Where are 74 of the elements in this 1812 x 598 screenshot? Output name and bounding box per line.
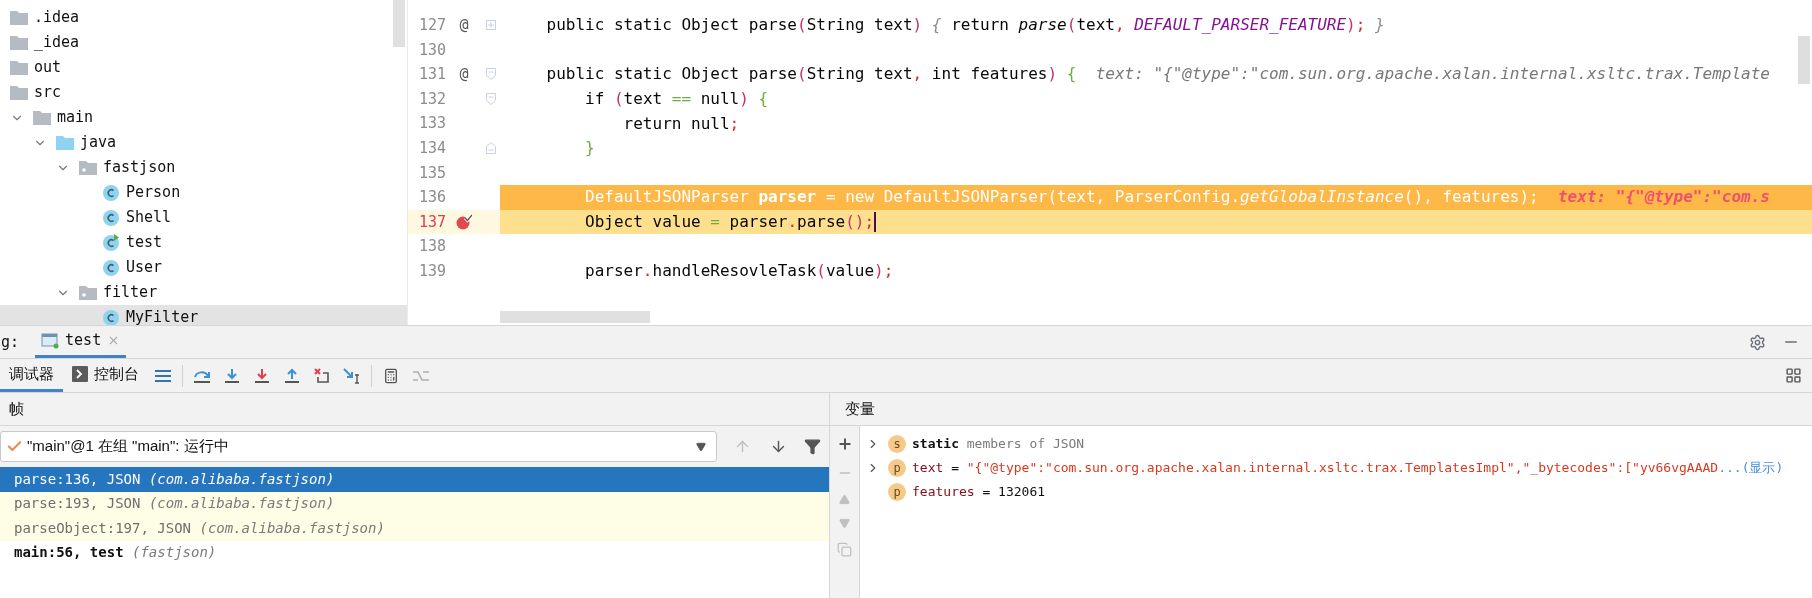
tree-item[interactable]: java (0, 130, 407, 155)
session-tab[interactable]: test (35, 326, 127, 358)
variable-entry[interactable]: static members of JSON (912, 434, 1085, 454)
line-number: 132 (417, 88, 446, 110)
thread-dropdown[interactable]: "main"@1 在组 "main": 运行中 (0, 431, 717, 462)
class-icon (102, 183, 120, 202)
stack-frame[interactable]: parseObject:197, JSON (com.alibaba.fastjson) (0, 516, 829, 541)
tree-item[interactable]: Shell (0, 205, 407, 230)
folder-icon (56, 135, 74, 150)
code-line: public static Object parse(String text, int features) { text: "{"@type":"com.sun.org.apache.xalan.internal.xsltc.trax.Template (545, 63, 1771, 86)
line-number: 139 (417, 261, 446, 282)
stack-frame[interactable]: main:56, test (fastjson) (0, 540, 829, 565)
variable-badge: s (888, 435, 906, 453)
code-line: return null; (622, 112, 741, 135)
tree-item[interactable]: main (0, 105, 407, 130)
folder-icon (10, 10, 28, 25)
code-line: public static Object parse(String text) { return parse(text, DEFAULT_PARSER_FEATURE); } (545, 14, 1386, 37)
line-number: 127 (417, 15, 446, 37)
class-icon (102, 308, 120, 325)
variable-badge: p (888, 483, 906, 501)
tree-item[interactable]: src (0, 80, 407, 105)
panel-label: g: (0, 331, 20, 353)
folder-icon (10, 85, 28, 100)
panel-title: 帧 (9, 398, 24, 419)
line-number: 130 (417, 39, 446, 61)
scrollbar-thumb[interactable] (500, 311, 650, 323)
layout-icon[interactable] (1785, 367, 1802, 384)
code-line: } (584, 137, 596, 160)
line-number: 136 (417, 187, 446, 209)
breakpoint-icon[interactable] (456, 214, 472, 231)
tree-item[interactable]: filter (0, 280, 407, 305)
tree-item[interactable]: _idea (0, 30, 407, 55)
debugger-tab[interactable]: 调试器 (0, 359, 63, 392)
tree-item[interactable]: MyFilter (0, 305, 407, 325)
code-line: if (text == null) { (584, 88, 770, 111)
class-icon (102, 208, 120, 227)
variable-entry[interactable]: text = "{"@type":"com.sun.org.apache.xalan.internal.xsltc.trax.TemplatesImpl","_bytecodes":["yv66vgAAAD (912, 458, 1719, 478)
line-number: 134 (417, 138, 446, 159)
variable-badge: p (888, 459, 906, 477)
line-number: 137 (417, 211, 446, 233)
filter-icon[interactable] (804, 438, 821, 455)
override-marker[interactable]: @ (459, 63, 469, 86)
folder-icon (79, 285, 97, 300)
class-icon (102, 258, 120, 277)
line-number: 135 (417, 162, 446, 184)
settings-icon[interactable] (1749, 333, 1766, 351)
override-marker[interactable]: @ (459, 14, 469, 37)
tree-item[interactable]: fastjson (0, 155, 407, 180)
tree-item[interactable]: out (0, 55, 407, 80)
line-number: 133 (417, 113, 446, 135)
debugger-tab[interactable]: 控制台 (63, 359, 148, 392)
folder-icon (10, 35, 28, 50)
scrollbar-thumb[interactable] (393, 0, 405, 47)
window-icon (41, 332, 60, 349)
console-icon (72, 366, 88, 382)
stack-frame[interactable]: parse:136, JSON (com.alibaba.fastjson) (0, 467, 829, 492)
folder-icon (79, 160, 97, 175)
class-icon (102, 233, 120, 252)
code-line: parser.handleResovleTask(value); (584, 260, 895, 283)
show-link[interactable]: ...(显示) (1718, 458, 1784, 478)
line-number: 138 (417, 236, 446, 258)
scrollbar-thumb[interactable] (1798, 36, 1810, 84)
tree-item[interactable]: test (0, 230, 407, 255)
stack-frame[interactable]: parse:193, JSON (com.alibaba.fastjson) (0, 491, 829, 516)
folder-icon (10, 60, 28, 75)
dropdown-arrow-icon[interactable] (696, 441, 706, 452)
variable-entry[interactable]: features = 132061 (912, 482, 1046, 502)
line-number: 131 (417, 64, 446, 86)
tree-item[interactable]: User (0, 255, 407, 280)
tree-item[interactable]: Person (0, 180, 407, 205)
add-icon[interactable] (836, 436, 853, 452)
panel-title: 变量 (845, 398, 875, 419)
tree-item[interactable]: .idea (0, 5, 407, 30)
folder-icon (33, 110, 51, 125)
